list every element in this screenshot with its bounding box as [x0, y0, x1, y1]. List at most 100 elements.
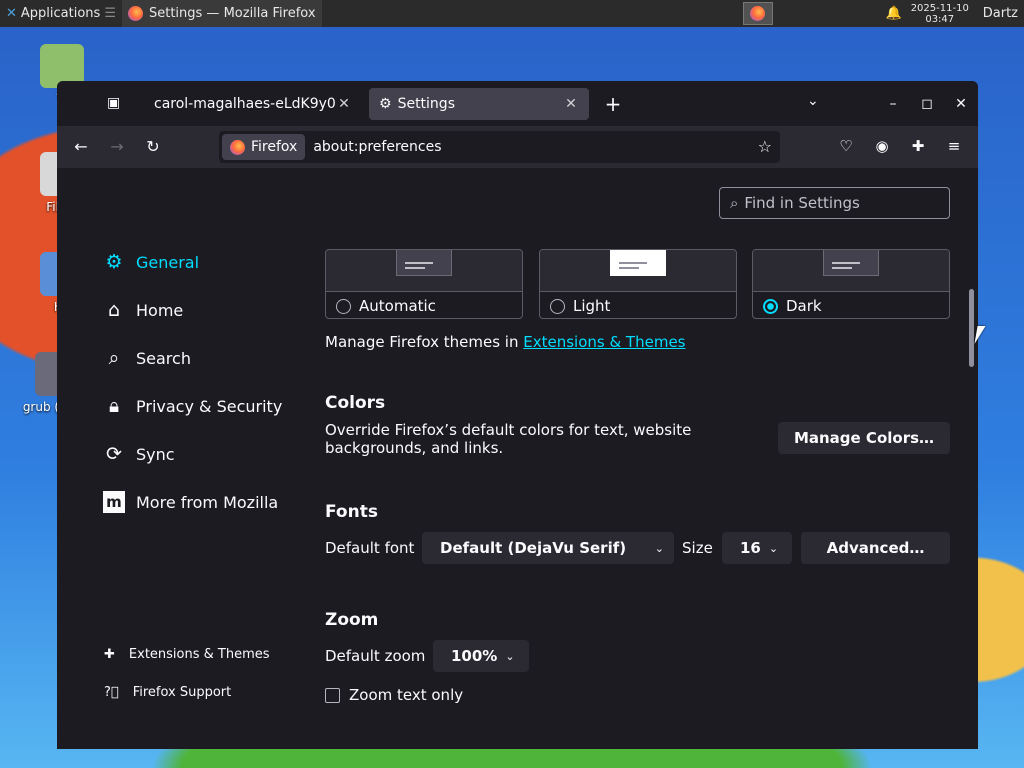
bookmark-star-icon[interactable]: ☆	[758, 137, 772, 156]
find-in-settings-placeholder: Find in Settings	[744, 194, 860, 212]
sidebar-link-extensions-themes[interactable]: ✚ Extensions & Themes	[104, 647, 270, 662]
tab-title: Settings	[397, 96, 455, 112]
theme-radio-dark[interactable]	[763, 298, 778, 314]
chevron-down-icon: ⌄	[505, 649, 515, 663]
xfce-logo-icon: ✕	[6, 6, 17, 21]
sidebar-link-firefox-support[interactable]: ?⃝ Firefox Support	[104, 685, 231, 700]
clock-time: 03:47	[925, 13, 955, 25]
theme-card-automatic[interactable]: Automatic	[325, 249, 523, 319]
default-font-label: Default font	[325, 539, 415, 557]
search-icon: ⌕	[730, 194, 739, 212]
identity-label: Firefox	[251, 139, 298, 155]
new-tab-button[interactable]: +	[601, 93, 625, 117]
maximize-button[interactable]: ◻	[910, 96, 944, 112]
manage-themes-text: Manage Firefox themes in Extensions & Th…	[325, 333, 686, 351]
top-panel: ✕ Applications ☰ Settings — Mozilla Fire…	[0, 0, 1024, 27]
theme-label: Dark	[786, 297, 822, 315]
lock-icon: 🔒︎	[108, 395, 120, 417]
url-bar[interactable]: Firefox about:preferences ☆	[219, 131, 780, 163]
pocket-icon[interactable]: ♡	[835, 137, 857, 155]
fonts-heading: Fonts	[325, 502, 378, 522]
chevron-down-icon: ⌄	[768, 541, 779, 555]
identity-box[interactable]: Firefox	[222, 134, 306, 160]
firefox-view-icon[interactable]: ▣	[107, 95, 127, 113]
user-menu[interactable]: Dartz	[975, 6, 1024, 21]
category-label: Privacy & Security	[136, 396, 283, 416]
category-label: Home	[136, 300, 184, 320]
help-icon: ?⃝	[104, 685, 119, 700]
category-label: Search	[136, 348, 191, 368]
extensions-puzzle-icon[interactable]: ✚	[907, 137, 929, 155]
clock[interactable]: 2025-11-10 03:47	[905, 3, 975, 25]
window-controls: – ◻ ✕	[876, 81, 978, 126]
close-icon[interactable]: ✕	[563, 96, 579, 112]
default-font-value: Default (DejaVu Serif)	[440, 539, 627, 557]
extensions-themes-link[interactable]: Extensions & Themes	[523, 333, 685, 351]
zoom-text-only-row: Zoom text only	[325, 686, 463, 704]
category-privacy[interactable]: 🔒︎ Privacy & Security	[102, 394, 282, 418]
default-zoom-label: Default zoom	[325, 647, 426, 665]
mozilla-m-icon: m	[102, 490, 126, 514]
chevron-down-icon: ⌄	[654, 541, 664, 555]
category-general[interactable]: ⚙ General	[102, 250, 199, 274]
font-size-label: Size	[682, 539, 713, 557]
theme-radio-automatic[interactable]	[336, 298, 351, 314]
firefox-window: ▣ carol-magalhaes-eLdK9y0so ✕ ⚙ Settings…	[57, 81, 978, 749]
clock-date: 2025-11-10	[910, 2, 969, 14]
zoom-text-only-checkbox[interactable]	[325, 687, 340, 703]
theme-card-light[interactable]: Light	[539, 249, 737, 319]
vertical-scrollbar-thumb[interactable]	[969, 289, 974, 367]
default-zoom-select[interactable]: 100% ⌄	[433, 640, 529, 672]
hamburger-menu-icon[interactable]: ≡	[943, 137, 965, 155]
reload-button[interactable]: ↻	[142, 137, 164, 157]
font-size-select[interactable]: 16 ⌄	[722, 532, 792, 564]
sidebar-link-label: Extensions & Themes	[128, 647, 270, 662]
sync-icon: ⟳	[106, 443, 122, 465]
tab-title: carol-magalhaes-eLdK9y0so	[154, 96, 336, 112]
gear-icon: ⚙	[105, 251, 123, 273]
category-label: Sync	[136, 444, 175, 464]
category-search[interactable]: ⌕ Search	[102, 346, 191, 370]
category-label: More from Mozilla	[136, 492, 279, 512]
workspace-firefox-button[interactable]	[742, 2, 773, 25]
back-button[interactable]: ←	[70, 137, 92, 157]
zoom-text-only-label: Zoom text only	[349, 686, 464, 704]
tab-unsplash[interactable]: carol-magalhaes-eLdK9y0so ✕	[144, 88, 362, 120]
find-in-settings-input[interactable]: ⌕ Find in Settings	[719, 187, 950, 219]
home-icon: ⌂	[107, 299, 121, 321]
category-home[interactable]: ⌂ Home	[102, 298, 183, 322]
theme-preview	[753, 250, 949, 292]
theme-preview	[540, 250, 736, 292]
default-font-select[interactable]: Default (DejaVu Serif) ⌄	[422, 532, 674, 564]
sidebar-link-label: Firefox Support	[132, 685, 232, 700]
theme-preview	[326, 250, 522, 292]
default-zoom-value: 100%	[451, 647, 498, 665]
tab-settings[interactable]: ⚙ Settings ✕	[369, 88, 589, 120]
preferences-page: ⌕ Find in Settings ⚙ General ⌂ Home ⌕ Se…	[57, 168, 978, 749]
manage-colors-button[interactable]: Manage Colors…	[778, 422, 950, 454]
category-sync[interactable]: ⟳ Sync	[102, 442, 175, 466]
close-window-button[interactable]: ✕	[944, 96, 978, 112]
account-icon[interactable]: ◉	[871, 137, 893, 155]
fonts-advanced-button[interactable]: Advanced…	[801, 532, 950, 564]
firefox-icon	[750, 6, 766, 21]
theme-radio-light[interactable]	[550, 298, 565, 314]
firefox-icon	[127, 6, 143, 21]
taskbar-item-title: Settings — Mozilla Firefox	[148, 6, 316, 21]
category-label: General	[136, 252, 200, 272]
close-icon[interactable]: ✕	[336, 96, 352, 112]
list-all-tabs-chevron-down-icon[interactable]: ⌄	[807, 93, 819, 109]
forward-button[interactable]: →	[106, 137, 128, 157]
url-text[interactable]: about:preferences	[313, 139, 441, 155]
theme-card-dark[interactable]: Dark	[752, 249, 950, 319]
taskbar-item-firefox[interactable]: Settings — Mozilla Firefox	[121, 0, 322, 27]
category-more-from-mozilla[interactable]: m More from Mozilla	[102, 490, 278, 514]
notification-bell-icon[interactable]: 🔔	[883, 6, 905, 21]
colors-description-line2: backgrounds, and links.	[325, 439, 504, 457]
applications-menu[interactable]: ✕ Applications ☰	[0, 0, 122, 27]
minimize-button[interactable]: –	[876, 96, 910, 112]
firefox-icon	[230, 139, 245, 155]
colors-description-line1: Override Firefox’s default colors for te…	[325, 421, 692, 439]
font-size-value: 16	[740, 539, 761, 557]
zoom-heading: Zoom	[325, 610, 379, 630]
